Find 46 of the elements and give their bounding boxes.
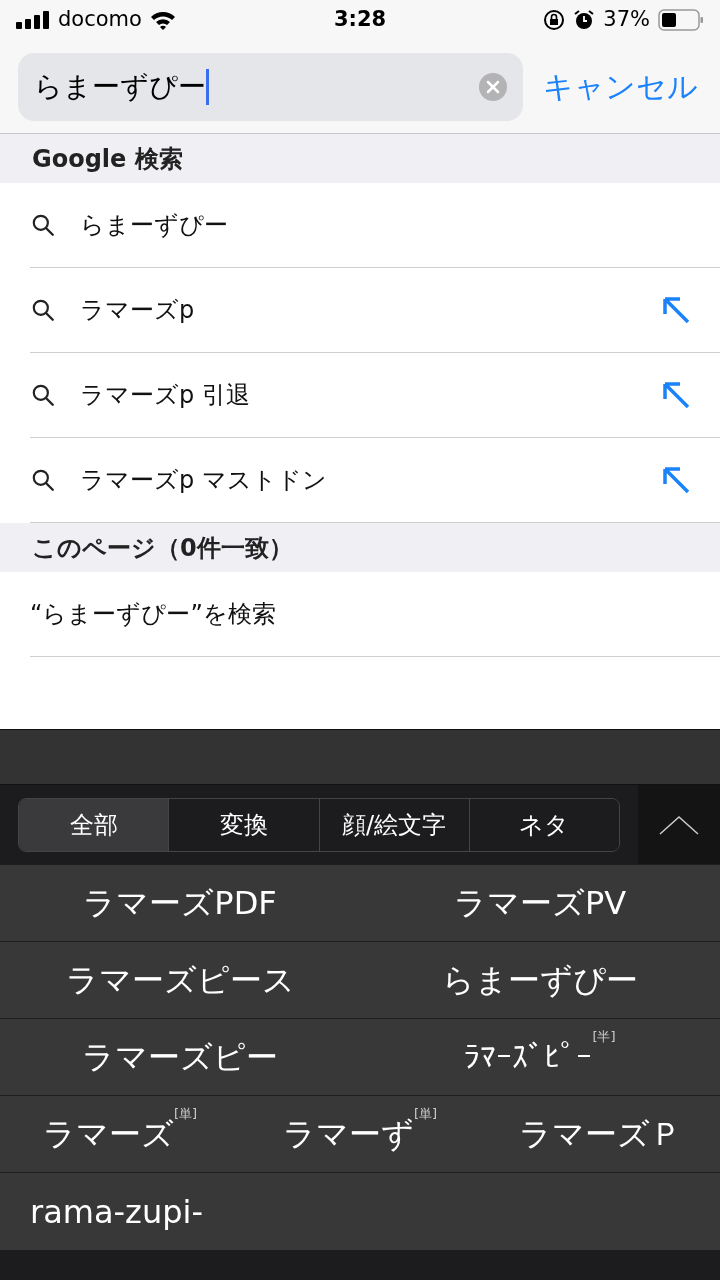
fill-arrow-icon[interactable] [660, 379, 692, 411]
search-field[interactable]: らまーずぴー [18, 52, 523, 121]
candidate-text: らまーずぴー [442, 960, 638, 1001]
fill-arrow-icon[interactable] [660, 294, 692, 326]
section-header: このページ（0件一致） [0, 523, 720, 572]
candidate-key[interactable]: ラマーズＰ [480, 1096, 720, 1172]
candidate-tag: [単] [173, 1104, 198, 1124]
candidate-text: ラマーズPDF [83, 883, 277, 924]
candidate-text: ラマーズＰ [518, 1114, 682, 1155]
rotation-lock-icon [543, 9, 566, 31]
candidate-tag: [単] [413, 1104, 438, 1124]
suggestion-row[interactable]: ラマーズp 引退 [30, 353, 720, 438]
candidate-key[interactable]: ラマーズピース [0, 942, 360, 1018]
battery-icon [658, 9, 704, 31]
keyboard-tab[interactable]: ネタ [468, 798, 619, 851]
suggestion-row[interactable]: らまーずぴー [30, 183, 720, 268]
keyboard-tab[interactable]: 全部 [19, 798, 169, 851]
search-icon [30, 467, 56, 493]
candidate-key[interactable]: ラマーズPV [360, 865, 720, 941]
candidate-text: ラマーズ [42, 1114, 174, 1155]
suggestion-row[interactable]: ラマーズp [30, 268, 720, 353]
find-in-page-row[interactable]: “らまーずぴー”を検索 [30, 572, 720, 657]
candidate-text: ラマーズピース [65, 960, 295, 1001]
candidate-text: rama-zupi- [30, 1191, 203, 1233]
wifi-icon [149, 10, 176, 30]
candidate-key[interactable]: ラマーズPDF [0, 865, 360, 941]
search-icon [30, 297, 56, 323]
carrier-name: docomo [58, 6, 142, 34]
candidate-text: ラマーズPV [453, 883, 627, 924]
clear-icon[interactable] [479, 72, 507, 101]
section-header: Google 検索 [0, 134, 720, 183]
candidate-text: ﾗﾏｰｽﾞﾋﾟｰ [464, 1037, 593, 1078]
search-icon [30, 212, 56, 238]
chevron-up-icon[interactable] [659, 814, 699, 835]
signal-icon [16, 11, 50, 29]
candidate-text: ラマーズピー [82, 1037, 278, 1078]
search-icon [30, 382, 56, 408]
candidate-tag: [半] [592, 1027, 616, 1047]
alarm-icon [573, 9, 596, 31]
clock-time: 3:28 [333, 6, 387, 34]
fill-arrow-icon[interactable] [660, 464, 692, 496]
battery-percent: 37% [603, 6, 650, 34]
search-value: らまーずぴー [34, 68, 206, 105]
candidate-key[interactable]: ラマーズピー [0, 1019, 360, 1095]
candidate-text: ラマーず [282, 1114, 414, 1155]
candidate-key[interactable]: らまーずぴー [360, 942, 720, 1018]
